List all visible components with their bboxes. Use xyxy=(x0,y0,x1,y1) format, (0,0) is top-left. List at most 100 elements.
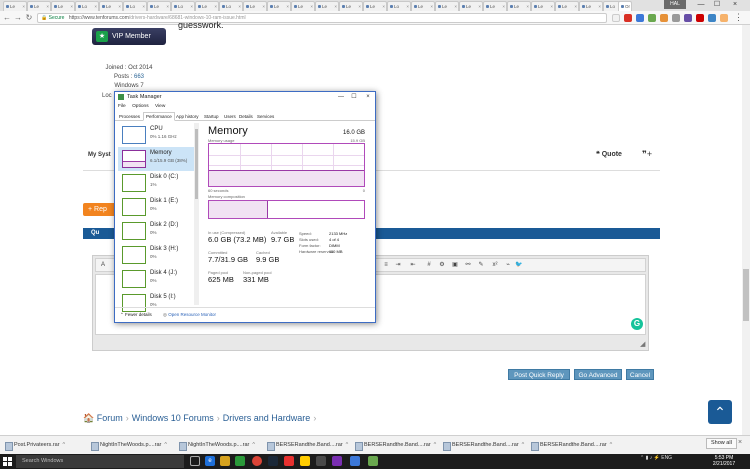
image-icon[interactable]: ▣ xyxy=(450,261,460,270)
page-scrollbar[interactable] xyxy=(742,25,750,435)
download-menu-icon[interactable]: ^ xyxy=(346,442,349,448)
tab-close-icon[interactable]: × xyxy=(286,2,289,11)
close-downloads-icon[interactable]: × xyxy=(738,439,742,446)
menu-view[interactable]: View xyxy=(155,104,165,109)
tab-close-icon[interactable]: × xyxy=(70,2,73,11)
outdent-icon[interactable]: ⇤ xyxy=(408,261,418,270)
system-tray[interactable]: ⌃ ▮ ♪ ⚡ ENG xyxy=(640,455,672,461)
fewer-details-link[interactable]: ⌃ Fewer details xyxy=(120,308,152,321)
browser-tab[interactable]: Lo × xyxy=(75,1,99,11)
browser-tab[interactable]: Lo × xyxy=(171,1,195,11)
tab-close-icon[interactable]: × xyxy=(574,2,577,11)
menu-options[interactable]: Options xyxy=(132,104,149,109)
download-menu-icon[interactable]: ^ xyxy=(522,442,525,448)
app-icon[interactable] xyxy=(284,456,294,466)
app-icon[interactable] xyxy=(368,456,378,466)
post-quick-reply-button[interactable]: Post Quick Reply xyxy=(508,369,570,380)
home-icon[interactable]: 🏠 xyxy=(83,413,94,423)
download-item[interactable]: BERSERandthe.Band....rar ^ xyxy=(530,439,612,452)
tab-close-icon[interactable]: × xyxy=(310,2,313,11)
superscript-icon[interactable]: x² xyxy=(490,261,500,270)
extension-icon[interactable] xyxy=(672,14,680,22)
browser-tab[interactable]: Le × xyxy=(195,1,219,11)
tm-tab[interactable]: Users xyxy=(222,113,238,121)
tab-close-icon[interactable]: × xyxy=(46,2,49,11)
task-manager-window[interactable]: Task Manager — ☐ × File Options View Pro… xyxy=(114,91,376,323)
close-button[interactable]: × xyxy=(728,0,742,10)
tab-close-icon[interactable]: × xyxy=(118,2,121,11)
download-menu-icon[interactable]: ^ xyxy=(63,442,66,448)
extension-icon[interactable] xyxy=(624,14,632,22)
restore-button[interactable]: ☐ xyxy=(710,0,724,10)
share-icon[interactable]: ⌁ xyxy=(503,261,513,270)
breadcrumb-item[interactable]: Forum xyxy=(97,413,123,423)
perf-item[interactable]: Disk 3 (H:) 0% xyxy=(118,243,194,267)
store-icon[interactable] xyxy=(235,456,245,466)
app-icon[interactable] xyxy=(350,456,360,466)
url-input[interactable]: 🔒 Secure https://www.tenforums.com/drive… xyxy=(37,13,607,23)
tab-close-icon[interactable]: × xyxy=(478,2,481,11)
browser-tab[interactable]: Le × xyxy=(51,1,75,11)
scrollbar-thumb[interactable] xyxy=(195,129,198,199)
resize-handle-icon[interactable]: ◢ xyxy=(640,340,645,348)
download-item[interactable]: BERSERandthe.Band....rar ^ xyxy=(266,439,348,452)
hash-icon[interactable]: # xyxy=(424,261,434,270)
font-color-icon[interactable]: A xyxy=(98,261,108,270)
tab-close-icon[interactable]: × xyxy=(214,2,217,11)
reload-button[interactable]: ↻ xyxy=(24,12,34,23)
tm-minimize-button[interactable]: — xyxy=(335,92,347,102)
extension-icon[interactable] xyxy=(684,14,692,22)
multiquote-icon[interactable]: ❞+ xyxy=(642,149,652,160)
file-explorer-icon[interactable] xyxy=(220,456,230,466)
back-button[interactable]: ← xyxy=(2,12,12,23)
tm-tab[interactable]: Processes xyxy=(117,113,142,121)
extension-icon[interactable] xyxy=(696,14,704,22)
twitter-icon[interactable]: 🐦 xyxy=(514,261,524,270)
show-all-downloads-button[interactable]: Show all xyxy=(706,438,737,449)
browser-tab[interactable]: Le × xyxy=(27,1,51,11)
tab-last[interactable]: Or xyxy=(618,1,632,11)
go-advanced-button[interactable]: Go Advanced xyxy=(574,369,622,380)
download-item[interactable]: NightInTheWoods.p....rar ^ xyxy=(178,439,255,452)
windows-start-icon[interactable] xyxy=(3,457,12,466)
download-item[interactable]: BERSERandthe.Band....rar ^ xyxy=(442,439,524,452)
tm-tab[interactable]: App history xyxy=(174,113,201,121)
edge-icon[interactable]: e xyxy=(205,456,215,466)
browser-tab[interactable]: Le × xyxy=(315,1,339,11)
breadcrumb-item[interactable]: Windows 10 Forums xyxy=(132,413,214,423)
tab-close-icon[interactable]: × xyxy=(190,2,193,11)
menu-file[interactable]: File xyxy=(118,104,126,109)
indent-icon[interactable]: ⇥ xyxy=(393,261,403,270)
tab-close-icon[interactable]: × xyxy=(142,2,145,11)
tm-maximize-button[interactable]: ☐ xyxy=(348,92,360,102)
perf-item[interactable]: Disk 2 (D:) 0% xyxy=(118,219,194,243)
steam-icon[interactable] xyxy=(268,456,278,466)
download-item[interactable]: NightInTheWoods.p....rar ^ xyxy=(90,439,167,452)
quote-button[interactable]: ❝ Quote xyxy=(596,150,622,158)
posts-value[interactable]: 663 xyxy=(134,74,144,80)
tm-tab[interactable]: Performance xyxy=(143,112,175,121)
open-resource-monitor-link[interactable]: ◎ Open Resource Monitor xyxy=(163,308,216,321)
task-view-icon[interactable] xyxy=(190,456,200,466)
my-system-link[interactable]: My Syst xyxy=(88,152,111,158)
download-menu-icon[interactable]: ^ xyxy=(252,442,255,448)
tab-close-icon[interactable]: × xyxy=(454,2,457,11)
tab-close-icon[interactable]: × xyxy=(358,2,361,11)
tm-close-button[interactable]: × xyxy=(362,92,374,102)
tab-close-icon[interactable]: × xyxy=(166,2,169,11)
browser-tab[interactable]: Le × xyxy=(267,1,291,11)
app-icon[interactable] xyxy=(316,456,326,466)
browser-tab[interactable]: Lo × xyxy=(123,1,147,11)
browser-tab[interactable]: Le × xyxy=(99,1,123,11)
browser-tab[interactable]: Le × xyxy=(579,1,603,11)
tm-tab[interactable]: Details xyxy=(237,113,255,121)
browser-tab[interactable]: Le × xyxy=(411,1,435,11)
extension-icon[interactable] xyxy=(636,14,644,22)
extension-icon[interactable] xyxy=(708,14,716,22)
taskbar-clock[interactable]: 5:53 PM 2/21/2017 xyxy=(704,455,744,467)
download-menu-icon[interactable]: ^ xyxy=(434,442,437,448)
download-menu-icon[interactable]: ^ xyxy=(610,442,613,448)
tab-close-icon[interactable]: × xyxy=(550,2,553,11)
download-item[interactable]: BERSERandthe.Band....rar ^ xyxy=(354,439,436,452)
download-item[interactable]: Post.Privateers.rar ^ xyxy=(4,439,65,452)
